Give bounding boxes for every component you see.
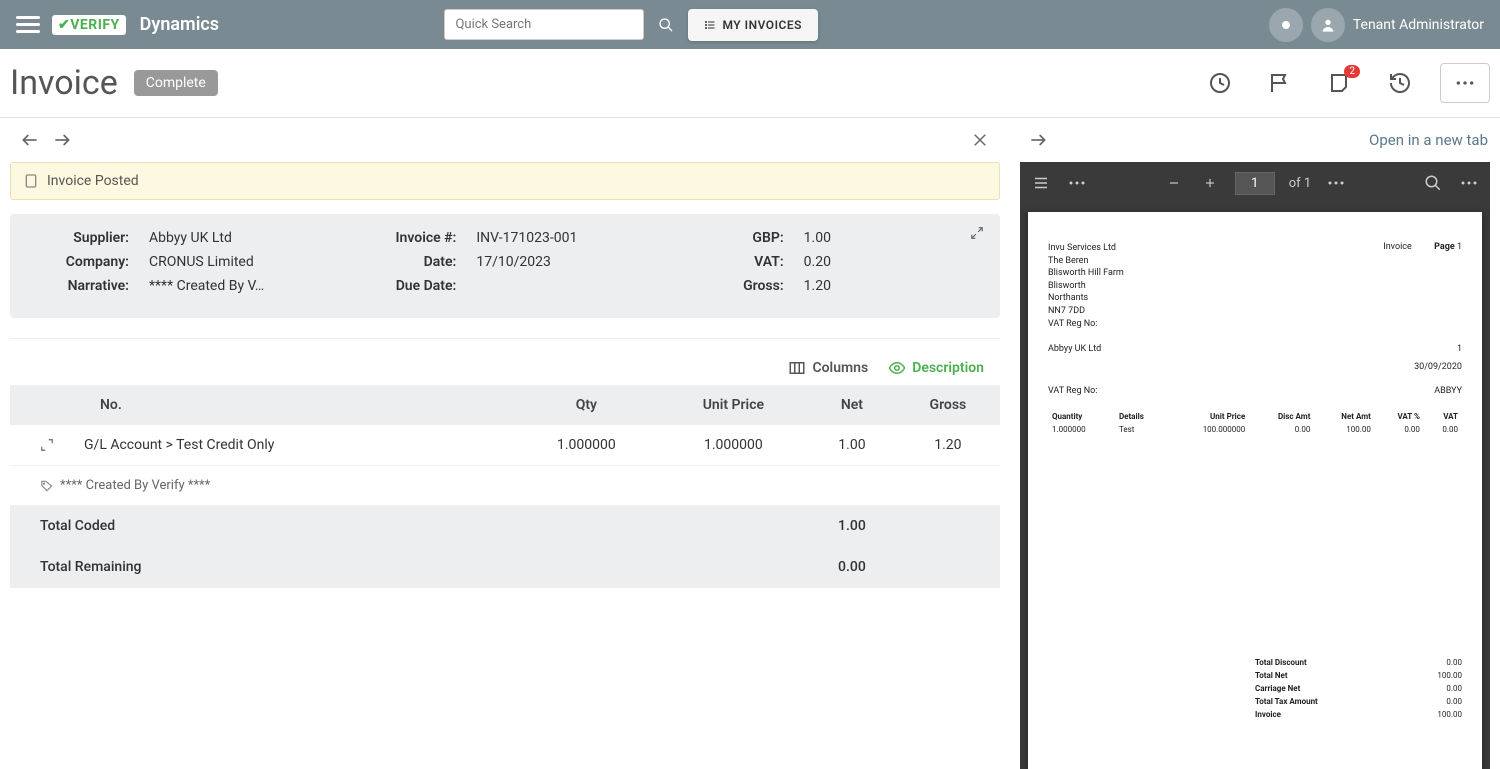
supplier-label: Supplier: [34,230,129,246]
zoom-out-icon[interactable] [1163,172,1185,194]
search-icon[interactable] [656,15,676,35]
page-input[interactable] [1235,172,1275,195]
total-coded-row: Total Coded 1.00 [10,506,1000,547]
gross-label: Gross: [689,278,784,294]
open-new-tab-link[interactable]: Open in a new tab [1369,131,1488,149]
page-title: Invoice [10,63,118,103]
doc-table: QuantityDetails Unit PriceDisc Amt Net A… [1048,410,1462,436]
narrative-value: **** Created By V… [149,278,264,294]
flag-icon[interactable] [1260,63,1300,103]
th-unit-price[interactable]: Unit Price [659,385,808,425]
total-remaining-row: Total Remaining 0.00 [10,547,1000,588]
doc-title: Invoice [1383,242,1412,252]
right-pane: Open in a new tab of 1 Invu Services Ltd… [1010,118,1500,769]
expand-row-icon[interactable] [40,438,54,452]
left-pane: Invoice Posted Supplier: Abbyy UK Ltd Com… [0,118,1010,769]
description-row: **** Created By Verify **** [10,466,1000,506]
next-arrow-icon[interactable] [46,124,78,156]
description-button[interactable]: Description [888,359,984,377]
banner-text: Invoice Posted [47,173,139,189]
document-preview[interactable]: Invu Services LtdThe BerenBlisworth Hill… [1020,204,1490,769]
search-input[interactable] [444,9,644,40]
date-value: 17/10/2023 [476,254,551,270]
company-label: Company: [34,254,129,270]
more-button[interactable] [1440,63,1490,103]
vat-value: 0.20 [804,254,831,270]
viewer-toolbar: of 1 [1020,162,1490,204]
invoice-no-label: Invoice #: [361,230,456,246]
viewer-more2-icon[interactable] [1325,172,1347,194]
zoom-in-icon[interactable] [1199,172,1221,194]
narrative-label: Narrative: [34,278,129,294]
topbar: ✔VERIFY Dynamics MY INVOICES Tenant Admi… [0,0,1500,49]
company-value: CRONUS Limited [149,254,254,270]
th-net[interactable]: Net [808,385,896,425]
posted-banner: Invoice Posted [10,162,1000,200]
gbp-value: 1.00 [804,230,831,246]
document-page: Invu Services LtdThe BerenBlisworth Hill… [1028,212,1482,769]
columns-button[interactable]: Columns [788,359,868,377]
doc-totals: Total Discount0.00 Total Net100.00 Carri… [1255,656,1462,721]
user-name[interactable]: Tenant Administrator [1353,17,1484,33]
vat-label: VAT: [689,254,784,270]
th-no[interactable]: No. [10,385,514,425]
viewer-menu-icon[interactable] [1458,172,1480,194]
notification-icon[interactable] [1269,8,1303,42]
history-icon[interactable] [1380,63,1420,103]
expand-icon[interactable] [970,226,984,240]
menu-icon[interactable] [16,13,40,37]
viewer-search-icon[interactable] [1422,172,1444,194]
prev-arrow-icon[interactable] [14,124,46,156]
viewer-next-icon[interactable] [1022,124,1054,156]
due-date-label: Due Date: [361,278,456,294]
note-icon [23,173,39,189]
status-badge: Complete [134,70,218,96]
tag-icon [40,479,54,493]
lines-table: No. Qty Unit Price Net Gross G/L Account… [10,385,1000,588]
table-row[interactable]: G/L Account > Test Credit Only 1.000000 … [10,425,1000,466]
invoice-no-value: INV-171023-001 [476,230,577,246]
brand-label: Dynamics [140,14,219,35]
page-header: Invoice Complete 2 [0,49,1500,118]
close-icon[interactable] [964,124,996,156]
avatar-icon[interactable] [1311,8,1345,42]
gross-value: 1.20 [804,278,831,294]
gbp-label: GBP: [689,230,784,246]
doc-address: Invu Services LtdThe BerenBlisworth Hill… [1048,242,1124,330]
clock-icon[interactable] [1200,63,1240,103]
sidebar-toggle-icon[interactable] [1030,172,1052,194]
notes-icon[interactable]: 2 [1320,63,1360,103]
supplier-value: Abbyy UK Ltd [149,230,232,246]
viewer-more-icon[interactable] [1066,172,1088,194]
info-card: Supplier: Abbyy UK Ltd Company: CRONUS Lim… [10,214,1000,318]
logo: ✔VERIFY [52,15,126,35]
doc-date: 30/09/2020 [1414,362,1462,372]
th-qty[interactable]: Qty [514,385,659,425]
doc-supplier: Abbyy UK Ltd [1048,344,1101,372]
page-of-label: of 1 [1289,176,1311,191]
th-gross[interactable]: Gross [896,385,1000,425]
date-label: Date: [361,254,456,270]
my-invoices-button[interactable]: MY INVOICES [688,9,818,41]
